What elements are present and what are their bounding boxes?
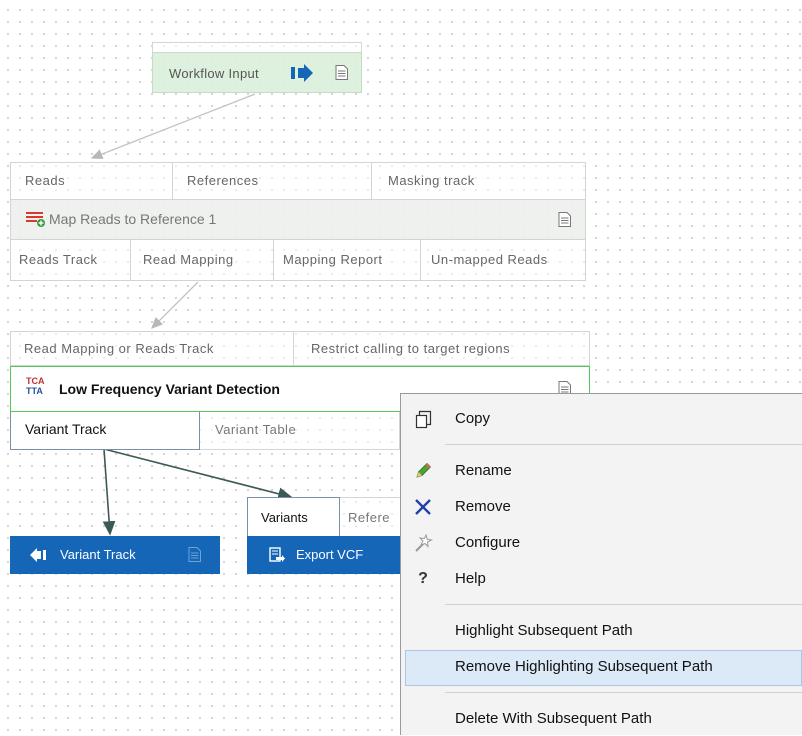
question-icon: ?	[418, 570, 428, 587]
input-arrow-icon	[291, 64, 313, 82]
tca-tta-icon: TCA TTA	[26, 376, 45, 396]
port-variant-table[interactable]: Variant Table	[200, 412, 400, 450]
menu-item-label: Highlight Subsequent Path	[455, 622, 633, 639]
menu-item-label: Remove	[455, 498, 511, 515]
menu-item-remove-highlighting[interactable]: Remove Highlighting Subsequent Path	[405, 650, 802, 686]
port-references[interactable]: References	[173, 163, 372, 199]
input-ports-row: Reads References Masking track	[10, 162, 586, 200]
port-restrict-calling[interactable]: Restrict calling to target regions	[294, 332, 590, 365]
menu-item-configure[interactable]: Configure	[401, 526, 802, 560]
x-icon	[415, 499, 431, 515]
export-vcf-label: Export VCF	[296, 547, 364, 562]
document-icon[interactable]	[558, 212, 571, 227]
workflow-input-node[interactable]: Workflow Input	[152, 42, 362, 93]
menu-item-label: Configure	[455, 534, 521, 551]
workflow-input-label: Workflow Input	[169, 66, 259, 81]
port-mapping-report[interactable]: Mapping Report	[274, 240, 421, 280]
wand-icon	[415, 533, 433, 552]
menu-separator	[445, 444, 802, 445]
menu-separator	[445, 604, 802, 605]
port-references[interactable]: Refere	[340, 497, 402, 536]
menu-item-highlight-path[interactable]: Highlight Subsequent Path	[401, 614, 802, 648]
pencil-icon	[416, 462, 432, 478]
menu-separator	[445, 692, 802, 693]
port-masking-track[interactable]: Masking track	[372, 163, 586, 199]
port-variant-track[interactable]: Variant Track	[10, 412, 200, 450]
export-vcf-node[interactable]: Variants Refere Export VCF	[247, 497, 402, 574]
menu-item-label: Delete With Subsequent Path	[455, 710, 652, 727]
node-top-bar	[152, 42, 362, 52]
export-icon	[269, 547, 285, 562]
menu-item-remove[interactable]: Remove	[401, 490, 802, 524]
workflow-input-bar[interactable]: Workflow Input	[152, 52, 362, 93]
output-ports-row: Reads Track Read Mapping Mapping Report …	[10, 240, 586, 281]
document-icon[interactable]	[188, 547, 201, 562]
connection-arrow	[103, 448, 293, 501]
port-reads[interactable]: Reads	[11, 163, 173, 199]
context-menu: Copy Rename Remove Configure ? Help High…	[400, 393, 802, 735]
connection-arrow	[151, 281, 199, 329]
connection-arrow	[90, 93, 256, 160]
document-icon[interactable]	[335, 65, 348, 80]
copy-icon	[415, 410, 432, 429]
menu-item-label: Copy	[455, 410, 491, 427]
variant-track-output-label: Variant Track	[60, 547, 136, 562]
port-un-mapped-reads[interactable]: Un-mapped Reads	[421, 240, 586, 280]
variant-track-output-node[interactable]: Variant Track	[10, 536, 220, 574]
connection-arrow	[102, 448, 116, 536]
menu-item-label: Rename	[455, 462, 512, 479]
port-read-mapping-or-reads-track[interactable]: Read Mapping or Reads Track	[11, 332, 294, 365]
export-vcf-title-bar[interactable]: Export VCF	[247, 536, 402, 574]
input-ports-row: Variants Refere	[247, 497, 402, 536]
map-reads-title: Map Reads to Reference 1	[49, 211, 217, 227]
output-arrow-icon	[30, 548, 46, 562]
map-reads-icon	[26, 212, 45, 227]
menu-item-delete-path[interactable]: Delete With Subsequent Path	[401, 702, 802, 736]
map-reads-title-bar[interactable]: Map Reads to Reference 1	[10, 200, 586, 240]
menu-item-label: Help	[455, 570, 486, 587]
port-variants[interactable]: Variants	[247, 497, 340, 536]
menu-item-label: Remove Highlighting Subsequent Path	[455, 658, 713, 675]
menu-item-rename[interactable]: Rename	[401, 454, 802, 488]
menu-item-copy[interactable]: Copy	[401, 402, 802, 436]
port-read-mapping[interactable]: Read Mapping	[131, 240, 274, 280]
menu-item-help[interactable]: ? Help	[401, 562, 802, 596]
port-reads-track[interactable]: Reads Track	[11, 240, 131, 280]
lfvd-title: Low Frequency Variant Detection	[59, 381, 280, 397]
map-reads-node[interactable]: Reads References Masking track Map Reads…	[10, 162, 586, 281]
input-ports-row: Read Mapping or Reads Track Restrict cal…	[10, 331, 590, 366]
